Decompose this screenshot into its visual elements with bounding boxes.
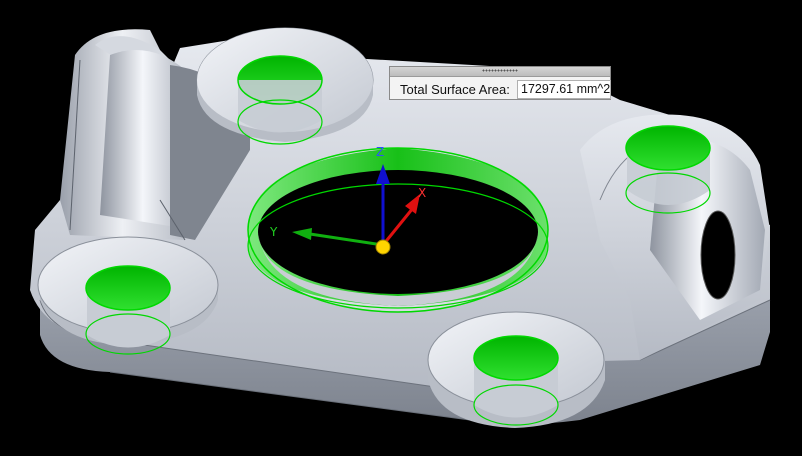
x-axis-label: X [418,186,426,200]
z-axis-label: Z [376,145,384,159]
origin-point-icon [375,239,391,255]
surface-area-value-field[interactable]: 17297.61 mm^2 [517,80,611,99]
bottom-boss[interactable] [427,311,605,428]
measure-tooltip[interactable]: Total Surface Area: 17297.61 mm^2 [389,66,611,100]
y-axis-label: Y [269,225,278,239]
center-bore-selected[interactable] [247,147,549,313]
surface-area-label: Total Surface Area: [400,82,510,97]
drag-handle[interactable] [390,67,610,77]
grip-dots-icon [482,69,518,73]
graphics-viewport[interactable]: Z X Y Total Surface Area: 17297.61 mm^2 [0,0,802,456]
